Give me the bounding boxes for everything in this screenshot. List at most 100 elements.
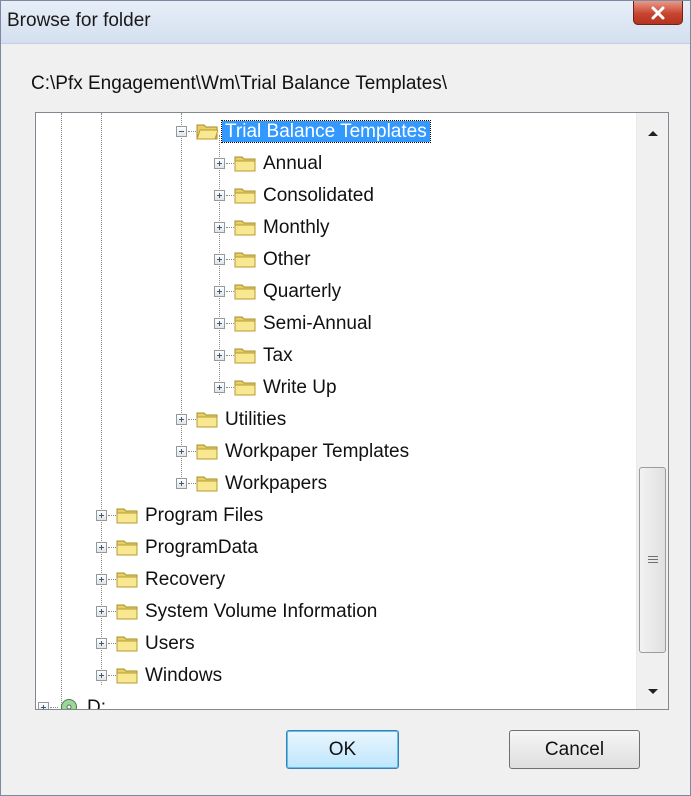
tree-item-label: Semi-Annual [263,313,372,334]
expand-icon[interactable] [214,222,225,233]
tree-item-label: Other [263,249,311,270]
expand-icon[interactable] [214,254,225,265]
expand-icon[interactable] [214,318,225,329]
tree-connector [188,131,196,132]
expand-icon[interactable] [214,382,225,393]
tree-item-label: Workpaper Templates [225,441,410,462]
collapse-icon[interactable] [176,126,187,137]
close-icon [651,6,665,19]
tree-item[interactable]: Recovery [36,567,634,593]
tree-connector [108,579,116,580]
tree-item[interactable]: Consolidated [36,183,634,209]
folder-icon [234,284,256,300]
folder-icon [234,380,256,396]
tree-item[interactable]: System Volume Information [36,599,634,625]
current-path: C:\Pfx Engagement\Wm\Trial Balance Templ… [31,73,448,94]
tree-item-label: Recovery [145,569,226,590]
scroll-down-arrow-icon [648,688,658,694]
grip-line [648,562,658,563]
tree-connector [226,355,234,356]
folder-icon [196,476,218,492]
tree-item[interactable]: Write Up [36,375,634,401]
expand-icon[interactable] [214,350,225,361]
tree-connector [108,643,116,644]
tree-item-label: Consolidated [263,185,374,206]
expand-icon[interactable] [96,574,107,585]
tree-connector [108,515,116,516]
tree-item[interactable]: Windows [36,663,634,689]
expand-icon[interactable] [96,638,107,649]
cd-drive-icon [61,699,77,709]
tree-connector [188,419,196,420]
expand-icon[interactable] [176,414,187,425]
tree-connector [226,227,234,228]
folder-icon [116,604,138,620]
expand-icon[interactable] [96,606,107,617]
browse-folder-dialog: Browse for folder C:\Pfx Engagement\Wm\T… [0,0,691,796]
folder-icon [116,668,138,684]
tree-item-label: Windows [145,665,223,686]
tree-item-label: Annual [263,153,323,174]
expand-icon[interactable] [176,478,187,489]
scroll-down-button[interactable] [637,675,668,707]
tree-item[interactable]: ProgramData [36,535,634,561]
tree-item-label: D: [87,697,106,710]
tree-item[interactable]: Program Files [36,503,634,529]
tree-item-label: System Volume Information [145,601,378,622]
grip-line [648,559,658,560]
close-button[interactable] [633,1,683,25]
tree-connector [226,195,234,196]
tree-item[interactable]: Workpaper Templates [36,439,634,465]
tree-item-label: Monthly [263,217,330,238]
cancel-button[interactable]: Cancel [509,730,640,769]
tree-item[interactable]: Monthly [36,215,634,241]
scroll-up-button[interactable] [637,117,668,149]
expand-icon[interactable] [38,702,49,709]
tree-item-label: Users [145,633,195,654]
tree-item-label: Trial Balance Templates [221,120,431,143]
tree-item[interactable]: Quarterly [36,279,634,305]
tree-item[interactable]: Utilities [36,407,634,433]
tree-connector [188,451,196,452]
tree-item[interactable]: Users [36,631,634,657]
tree-item[interactable]: D: [36,695,634,710]
tree-connector [226,323,234,324]
folder-tree[interactable]: Trial Balance Templates Annual Consolidate… [35,112,669,710]
tree-connector [108,675,116,676]
tree-connector [108,547,116,548]
tree-item[interactable]: Semi-Annual [36,311,634,337]
ok-button[interactable]: OK [286,730,399,769]
vertical-scrollbar[interactable] [636,113,668,709]
expand-icon[interactable] [96,510,107,521]
tree-item[interactable]: Trial Balance Templates [36,119,634,145]
folder-icon [234,188,256,204]
expand-icon[interactable] [96,670,107,681]
folder-icon [234,316,256,332]
expand-icon[interactable] [214,190,225,201]
tree-item[interactable]: Tax [36,343,634,369]
folder-icon [196,412,218,428]
title-bar[interactable]: Browse for folder [1,1,690,44]
scroll-up-arrow-icon [648,130,658,136]
expand-icon[interactable] [96,542,107,553]
expand-icon[interactable] [176,446,187,457]
folder-icon [116,572,138,588]
expand-icon[interactable] [214,286,225,297]
tree-connector [226,259,234,260]
tree-connector [226,163,234,164]
scrollbar-thumb[interactable] [639,467,666,653]
folder-icon [116,508,138,524]
expand-icon[interactable] [214,158,225,169]
tree-item[interactable]: Other [36,247,634,273]
tree-item[interactable]: Workpapers [36,471,634,497]
tree-connector [226,387,234,388]
folder-icon [116,540,138,556]
tree-item-label: Write Up [263,377,337,398]
tree-item-label: Program Files [145,505,264,526]
folder-icon [234,252,256,268]
tree-connector [188,483,196,484]
tree-connector [50,707,58,708]
tree-item[interactable]: Annual [36,151,634,177]
tree-item-label: ProgramData [145,537,258,558]
open-folder-icon [196,124,218,140]
